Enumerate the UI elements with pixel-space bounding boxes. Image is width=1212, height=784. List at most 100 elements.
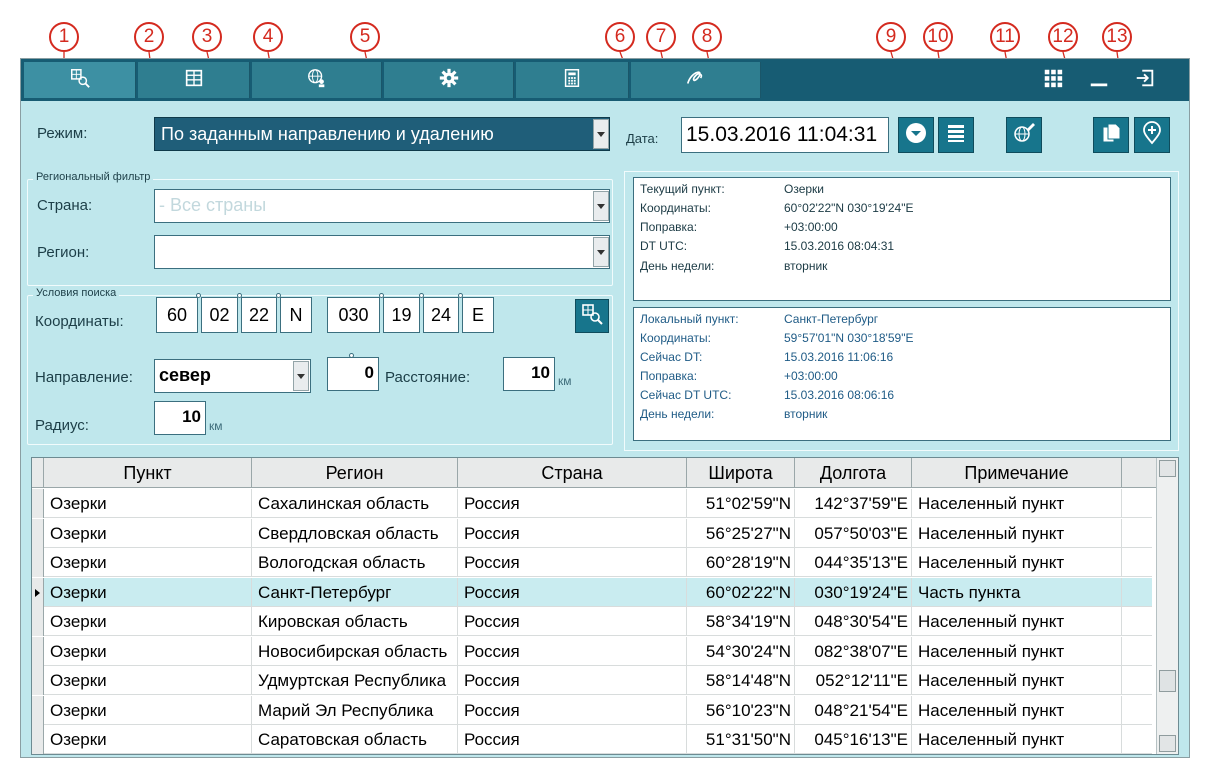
lon-seconds-field[interactable]: 24 [423,297,459,333]
row-indicator [32,636,44,666]
column-header-note[interactable]: Примечание [912,458,1122,488]
column-header-country[interactable]: Страна [458,458,687,488]
cell-note: Населенный пункт [912,518,1122,548]
field-separator-dot [276,293,281,298]
angle-field[interactable]: 0 [327,357,379,391]
tab-settings[interactable] [384,62,514,98]
column-header-point[interactable]: Пункт [44,458,252,488]
add-location-button[interactable] [1134,117,1170,153]
tab-calculator[interactable] [516,62,629,98]
list-icon [944,121,968,150]
local-offset-label: Поправка: [640,369,698,383]
country-select[interactable]: - Все страны [154,189,610,223]
cell-longitude: 082°38'07"E [795,636,912,666]
distance-field[interactable]: 10 [503,357,555,391]
lon-minutes-field[interactable]: 19 [383,297,420,333]
cell-region: Санкт-Петербург [252,577,458,607]
local-utc-value: 15.03.2016 08:06:16 [784,388,895,402]
table-row[interactable]: Озерки Марий Эл Республика Россия 56°10'23"… [32,695,1152,725]
minimize-button[interactable] [1077,62,1121,98]
cell-note: Населенный пункт [912,725,1122,754]
expand-button[interactable] [898,117,934,153]
cell-point: Озерки [44,489,252,518]
chevron-down-circle-icon [904,121,928,150]
local-point-label: Локальный пункт: [640,312,739,326]
cell-note: Часть пункта [912,577,1122,607]
cell-country: Россия [458,607,687,636]
exit-button[interactable] [1123,62,1167,98]
current-utc-label: DT UTC: [640,239,688,253]
cell-region: Удмуртская Республика [252,666,458,695]
local-now-value: 15.03.2016 11:06:16 [784,350,894,364]
direction-label: Направление: [35,369,133,386]
lon-hemisphere-field[interactable]: E [462,297,494,333]
table-row[interactable]: Озерки Удмуртская Республика Россия 58°14'4… [32,666,1152,695]
table-row[interactable]: Озерки Новосибирская область Россия 54°30'2… [32,636,1152,666]
mode-select[interactable]: По заданным направлению и удалению [154,117,610,151]
scroll-down-button[interactable] [1159,735,1176,752]
direction-dropdown-arrow[interactable] [293,361,309,391]
cell-note: Населенный пункт [912,607,1122,636]
add-location-icon [1140,120,1164,150]
cell-region: Новосибирская область [252,636,458,666]
direction-select[interactable]: север [154,359,311,393]
column-header-longitude[interactable]: Долгота [795,458,912,488]
cell-latitude: 51°31'50"N [687,725,795,754]
local-utc-label: Сейчас DT UTC: [640,388,732,402]
row-indicator [32,489,44,518]
callout-marker: 10 [923,22,953,52]
cell-point: Озерки [44,518,252,548]
list-button[interactable] [938,117,974,153]
callout-marker: 2 [134,22,164,52]
lat-hemisphere-field[interactable]: N [280,297,312,333]
table-row[interactable]: Озерки Сахалинская область Россия 51°02'59"… [32,489,1152,518]
minimize-icon [1088,67,1110,94]
apps-button[interactable] [1031,62,1075,98]
tab-globe[interactable] [252,62,382,98]
row-indicator-header [32,458,44,488]
radius-field[interactable]: 10 [154,401,206,435]
mode-dropdown-arrow[interactable] [593,119,609,149]
map-search-button[interactable] [575,299,609,333]
gear-icon [438,67,460,94]
lat-degrees-field[interactable]: 60 [156,297,198,333]
region-label: Регион: [37,244,90,261]
cell-longitude: 030°19'24"E [795,577,912,607]
cell-longitude: 057°50'03"E [795,518,912,548]
lat-seconds-field[interactable]: 22 [241,297,277,333]
cell-latitude: 60°28'19"N [687,548,795,577]
copy-button[interactable] [1093,117,1129,153]
lon-degrees-field[interactable]: 030 [327,297,380,333]
cell-region: Вологодская область [252,548,458,577]
tab-table[interactable] [138,62,250,98]
tab-map-search[interactable] [24,62,136,98]
table-row[interactable]: Озерки Свердловская область Россия 56°25'27… [32,518,1152,548]
region-select[interactable] [154,235,610,269]
callout-marker: 6 [605,22,635,52]
lat-minutes-field[interactable]: 02 [201,297,238,333]
table-scrollbar[interactable] [1156,458,1178,754]
cell-latitude: 60°02'22"N [687,577,795,607]
column-header-latitude[interactable]: Широта [687,458,795,488]
table-row[interactable]: Озерки Вологодская область Россия 60°28'19"… [32,548,1152,577]
tab-signature[interactable] [631,62,761,98]
cell-region: Свердловская область [252,518,458,548]
radius-label: Радиус: [35,417,89,434]
current-utc-value: 15.03.2016 08:04:31 [784,239,895,253]
column-header-region[interactable]: Регион [252,458,458,488]
calculator-icon [561,67,583,94]
edit-globe-button[interactable] [1006,117,1042,153]
cell-point: Озерки [44,548,252,577]
country-dropdown-arrow[interactable] [593,191,609,221]
scroll-up-button[interactable] [1159,460,1176,477]
table-row[interactable]: Озерки Кировская область Россия 58°34'19"N 0… [32,607,1152,636]
table-row[interactable]: Озерки Саратовская область Россия 51°31'50"… [32,725,1152,754]
local-point-panel: Локальный пункт: Санкт-Петербург Координ… [633,307,1171,441]
scroll-thumb[interactable] [1159,670,1176,692]
table-row[interactable]: Озерки Санкт-Петербург Россия 60°02'22"N 030… [32,577,1152,607]
current-coords-value: 60°02'22"N 030°19'24"E [784,201,914,215]
date-field[interactable]: 15.03.2016 11:04:31 [681,117,889,153]
coordinates-label: Координаты: [35,313,124,330]
region-dropdown-arrow[interactable] [593,237,609,267]
cell-latitude: 56°25'27"N [687,518,795,548]
